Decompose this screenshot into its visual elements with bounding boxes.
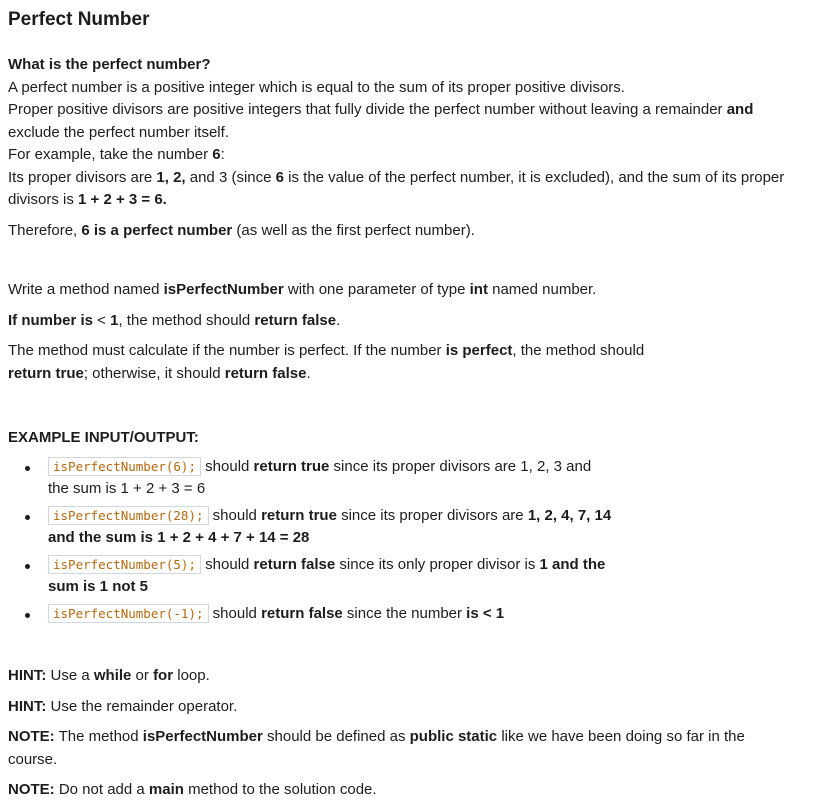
intro-explanation: Its proper divisors are 1, 2, and 3 (sin… (8, 167, 789, 212)
text: should (208, 506, 262, 524)
text: Write a method named (8, 281, 164, 298)
examples-heading: EXAMPLE INPUT/OUTPUT: (8, 429, 199, 446)
bold-text: 6 (212, 146, 221, 163)
text: should (201, 457, 254, 475)
bold-text: return true (8, 364, 84, 382)
bold-text: NOTE: (8, 728, 55, 745)
bold-text: return false (254, 311, 337, 329)
bold-text: isPerfectNumber (142, 728, 263, 745)
bold-text: public static (409, 728, 498, 745)
bold-text: 1 + 2 + 3 = 6. (78, 191, 167, 208)
text: Use a (46, 667, 94, 684)
text: or (131, 667, 154, 684)
intro-heading: What is the perfect number? (8, 56, 211, 73)
text: , the method should (118, 311, 255, 329)
text: Use the remainder operator. (46, 697, 238, 715)
text: Its proper divisors are (8, 168, 157, 186)
text: exclude the perfect number itself. (8, 123, 229, 141)
bold-text: main (148, 781, 184, 798)
text: . (306, 364, 311, 382)
text: Therefore, (8, 221, 82, 239)
bold-text: is < 1 (466, 604, 505, 622)
hint-loop: HINT: Use a while or for loop. (8, 665, 789, 688)
text: : (220, 146, 225, 163)
text: The method (54, 728, 143, 745)
text: loop. (173, 667, 210, 684)
bold-text: return false (261, 604, 343, 622)
text: since its only proper divisor is (335, 555, 540, 573)
bold-text: 1, 2, (156, 168, 186, 186)
problem-description: Perfect Number What is the perfect numbe… (0, 0, 797, 802)
text: with one parameter of type (283, 281, 470, 298)
bold-text: return true (253, 457, 330, 475)
list-item: isPerfectNumber(-1); should return false… (8, 603, 648, 626)
bold-text: for (153, 667, 174, 684)
note-no-main: NOTE: Do not add a main method to the so… (8, 779, 789, 802)
task-method-signature: Write a method named isPerfectNumber wit… (8, 279, 789, 302)
text: since the number (342, 604, 467, 622)
text: should be defined as (262, 728, 410, 745)
bold-text: 6 (275, 168, 284, 186)
bold-text: NOTE: (8, 781, 55, 798)
note-public-static: NOTE: The method isPerfectNumber should … (8, 726, 789, 771)
bold-text: return false (253, 555, 336, 573)
bold-text: is perfect (445, 342, 513, 359)
text: , the method should (512, 342, 645, 359)
task-calculate-rule: The method must calculate if the number … (8, 340, 658, 385)
text: and 3 (since (185, 168, 276, 186)
bold-text: int (469, 281, 488, 298)
intro-divisors: Proper positive divisors are positive in… (8, 99, 789, 144)
list-item: isPerfectNumber(28); should return true … (8, 505, 628, 550)
code-snippet: isPerfectNumber(28); (48, 505, 209, 525)
text: since its proper divisors are (336, 506, 528, 524)
bold-text: If number is (8, 311, 94, 329)
text: For example, take the number (8, 146, 213, 163)
bold-text: while (93, 667, 132, 684)
bold-text: and (726, 101, 754, 118)
text: (as well as the first perfect number). (232, 221, 475, 239)
text: ; otherwise, it should (83, 364, 225, 382)
text: method to the solution code. (183, 781, 377, 798)
text: named number. (487, 281, 597, 298)
text: < (93, 311, 111, 329)
list-item: isPerfectNumber(6); should return true s… (8, 456, 608, 501)
code-snippet: isPerfectNumber(6); (48, 456, 201, 476)
bold-text: HINT: (8, 697, 47, 715)
code-snippet: isPerfectNumber(5); (48, 554, 201, 574)
intro-definition: A perfect number is a positive integer w… (8, 78, 625, 96)
text: . (336, 311, 341, 329)
text: The method must calculate if the number … (8, 342, 446, 359)
bold-text: return false (224, 364, 307, 382)
intro-example: For example, take the number 6: (8, 144, 789, 167)
bold-text: HINT: (8, 667, 47, 684)
bold-text: isPerfectNumber (163, 281, 284, 298)
text: should (201, 555, 254, 573)
list-item: isPerfectNumber(5); should return false … (8, 554, 628, 599)
text: Proper positive divisors are positive in… (8, 101, 727, 118)
text: should (208, 604, 262, 622)
hint-remainder: HINT: Use the remainder operator. (8, 696, 789, 719)
code-snippet: isPerfectNumber(-1); (48, 603, 209, 623)
page-title: Perfect Number (8, 9, 150, 30)
text: Do not add a (54, 781, 149, 798)
bold-text: 6 is a perfect number (81, 221, 233, 239)
bold-text: return true (261, 506, 337, 524)
intro-conclusion: Therefore, 6 is a perfect number (as wel… (8, 220, 789, 243)
task-invalid-rule: If number is < 1, the method should retu… (8, 310, 789, 333)
examples-list: isPerfectNumber(6); should return true s… (8, 456, 789, 626)
